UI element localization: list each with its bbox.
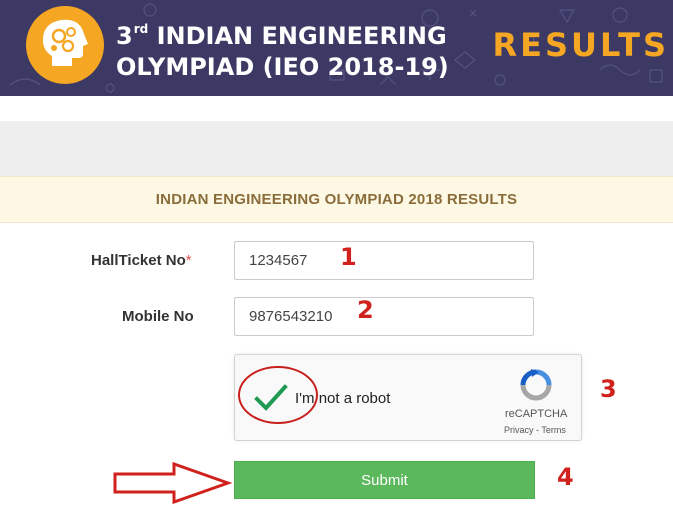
- olympiad-logo: [26, 6, 104, 84]
- step-1-annotation: 1: [340, 243, 357, 271]
- olympiad-title: 3rd INDIAN ENGINEERING OLYMPIAD (IEO 201…: [116, 14, 449, 83]
- required-asterisk: *: [185, 252, 192, 269]
- title-line-1: INDIAN ENGINEERING: [156, 22, 447, 50]
- hallticket-label-text: HallTicket No: [91, 252, 186, 269]
- ordinal-suffix: rd: [133, 22, 149, 36]
- privacy-link[interactable]: Privacy: [504, 425, 534, 435]
- step-3-annotation: 3: [600, 375, 617, 403]
- header-banner: 3rd INDIAN ENGINEERING OLYMPIAD (IEO 201…: [0, 0, 673, 96]
- mobile-label: Mobile No: [122, 308, 194, 325]
- highlight-ellipse: [238, 366, 318, 424]
- gray-band: [0, 121, 673, 176]
- arrow-right-icon: [113, 462, 232, 504]
- recaptcha-brand: reCAPTCHA: [505, 408, 568, 420]
- mobile-input[interactable]: [234, 297, 534, 336]
- title-line-2: OLYMPIAD (IEO 2018-19): [116, 53, 449, 81]
- step-4-annotation: 4: [557, 463, 574, 491]
- results-panel-heading: INDIAN ENGINEERING OLYMPIAD 2018 RESULTS: [0, 176, 673, 223]
- results-heading: RESULTS: [492, 26, 669, 64]
- results-panel-title: INDIAN ENGINEERING OLYMPIAD 2018 RESULTS: [155, 191, 518, 208]
- terms-link[interactable]: Terms: [541, 425, 566, 435]
- hallticket-input[interactable]: [234, 241, 534, 280]
- hallticket-label: HallTicket No*: [91, 252, 192, 269]
- ordinal-number: 3: [116, 22, 133, 50]
- recaptcha-links: Privacy - Terms: [504, 425, 566, 435]
- head-gears-icon: [42, 19, 88, 66]
- step-2-annotation: 2: [357, 296, 374, 324]
- recaptcha-logo-icon: [520, 369, 552, 401]
- submit-button[interactable]: Submit: [234, 461, 535, 499]
